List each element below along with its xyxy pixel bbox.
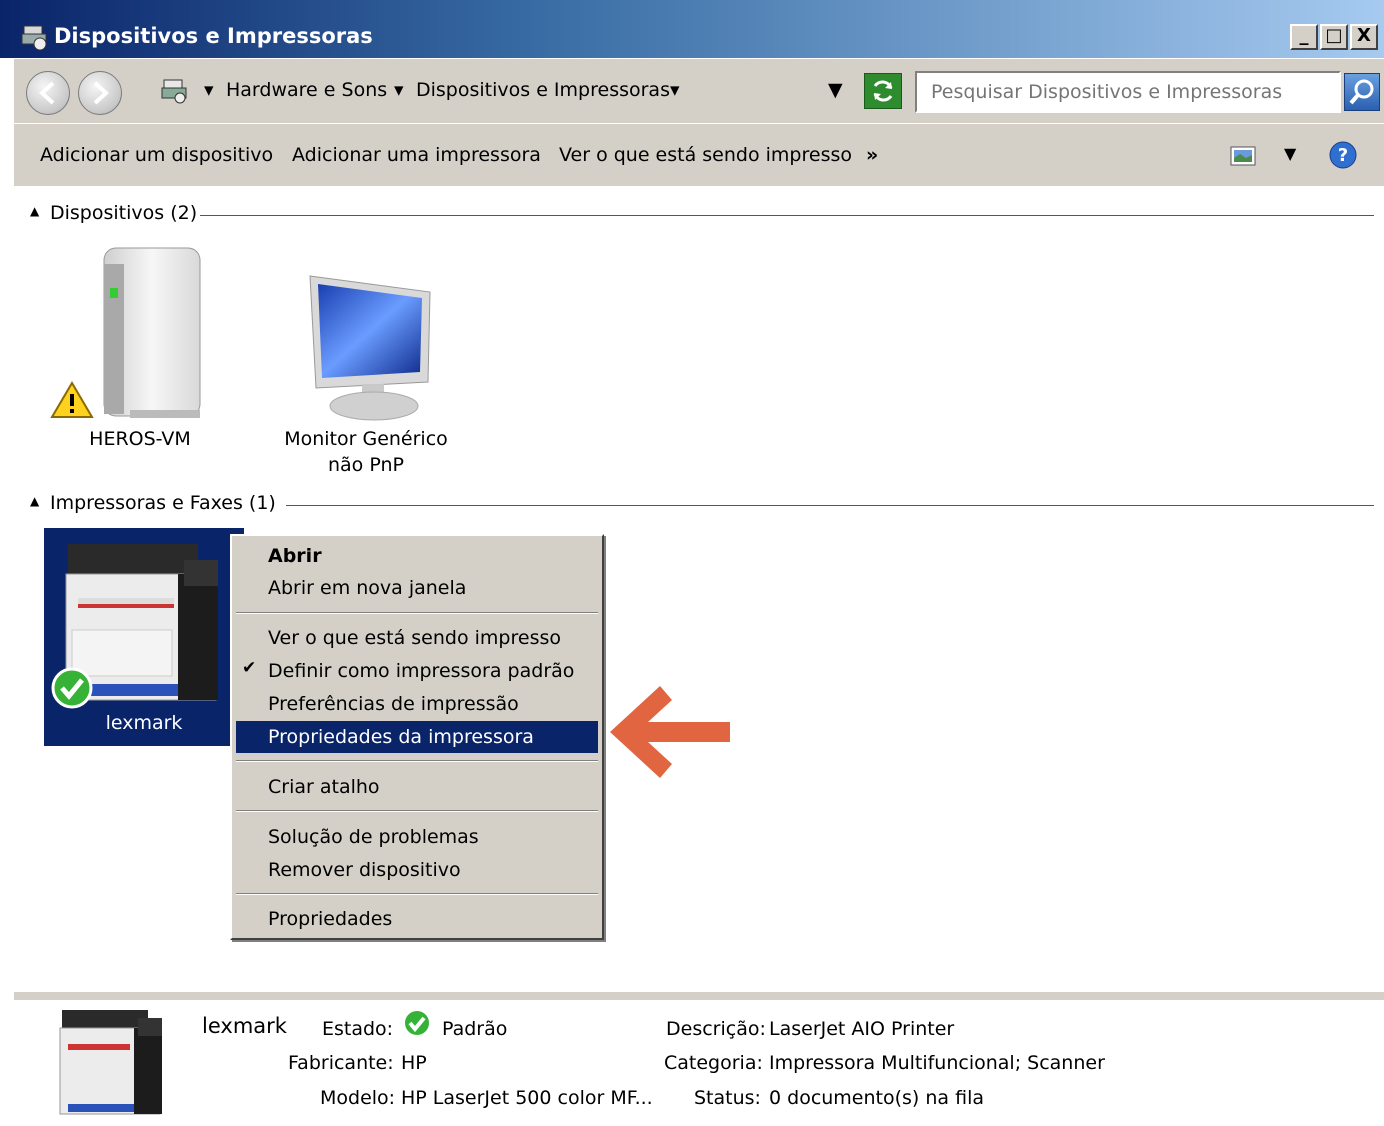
view-options-dropdown-icon[interactable]: ▼ bbox=[1284, 144, 1296, 163]
menu-item-printing-preferences[interactable]: Preferências de impressão bbox=[236, 688, 598, 720]
details-pane: lexmark Estado: Padrão Fabricante: HP Mo… bbox=[14, 992, 1384, 1126]
add-printer-button[interactable]: Adicionar uma impressora bbox=[292, 144, 541, 166]
refresh-button[interactable] bbox=[864, 73, 902, 109]
details-modelo-label: Modelo: bbox=[320, 1087, 396, 1109]
title-bar[interactable]: Dispositivos e Impressoras _ □ X bbox=[0, 0, 1384, 58]
menu-separator bbox=[236, 760, 598, 762]
details-estado-label: Estado: bbox=[322, 1018, 394, 1040]
context-menu: Abrir Abrir em nova janela Ver o que est… bbox=[230, 534, 604, 940]
details-modelo-value: HP LaserJet 500 color MF... bbox=[401, 1087, 653, 1109]
more-commands-button[interactable]: » bbox=[866, 144, 878, 166]
chevron-down-icon[interactable]: ▾ bbox=[394, 79, 404, 101]
device-heros-vm[interactable]: HEROS-VM bbox=[50, 242, 230, 462]
menu-item-printer-properties[interactable]: Propriedades da impressora bbox=[236, 721, 598, 753]
breadcrumb-hardware[interactable]: Hardware e Sons bbox=[226, 79, 387, 101]
breadcrumb-devices-printers[interactable]: Dispositivos e Impressoras bbox=[416, 79, 670, 101]
check-icon bbox=[51, 667, 93, 709]
menu-item-set-default-printer[interactable]: Definir como impressora padrão bbox=[236, 655, 598, 687]
details-categoria-value: Impressora Multifuncional; Scanner bbox=[769, 1052, 1105, 1074]
details-device-name: lexmark bbox=[202, 1014, 287, 1038]
command-bar: Adicionar um dispositivo Adicionar uma i… bbox=[14, 124, 1384, 186]
back-arrow-icon bbox=[39, 81, 55, 105]
details-status-label: Status: bbox=[694, 1087, 761, 1109]
search-box[interactable] bbox=[915, 71, 1341, 113]
menu-item-see-printing[interactable]: Ver o que está sendo impresso bbox=[236, 622, 598, 654]
menu-item-open[interactable]: Abrir bbox=[236, 540, 598, 572]
check-icon bbox=[403, 1009, 431, 1037]
details-fabricante-label: Fabricante: bbox=[288, 1052, 394, 1074]
device-label-line2: não PnP bbox=[328, 454, 404, 476]
warning-icon bbox=[50, 381, 94, 418]
group-header-devices[interactable]: Dispositivos (2) bbox=[50, 202, 197, 224]
menu-separator bbox=[236, 810, 598, 812]
help-icon[interactable]: ? bbox=[1328, 140, 1358, 170]
annotation-arrow-icon bbox=[610, 686, 730, 778]
printer-label: lexmark bbox=[105, 712, 183, 734]
monitor-icon bbox=[309, 275, 431, 421]
printer-lexmark[interactable]: lexmark bbox=[44, 528, 244, 746]
details-status-value: 0 documento(s) na fila bbox=[769, 1087, 984, 1109]
menu-item-create-shortcut[interactable]: Criar atalho bbox=[236, 771, 598, 803]
chevron-down-icon[interactable]: ▾ bbox=[670, 79, 680, 101]
change-view-icon[interactable] bbox=[1230, 146, 1256, 166]
address-bar[interactable]: ▾ Hardware e Sons ▾ Dispositivos e Impre… bbox=[156, 71, 906, 111]
menu-separator bbox=[236, 893, 598, 895]
svg-text:?: ? bbox=[1338, 145, 1348, 166]
device-label: HEROS-VM bbox=[89, 428, 191, 450]
minimize-button[interactable]: _ bbox=[1290, 24, 1318, 50]
details-descricao-value: LaserJet AIO Printer bbox=[769, 1018, 955, 1040]
back-button[interactable] bbox=[26, 71, 70, 115]
details-categoria-label: Categoria: bbox=[664, 1052, 763, 1074]
menu-item-troubleshoot[interactable]: Solução de problemas bbox=[236, 821, 598, 853]
maximize-button[interactable]: □ bbox=[1320, 24, 1348, 50]
refresh-icon bbox=[873, 80, 893, 102]
devices-content-area: ▲ Dispositivos (2) HEROS-VM Monitor Gené… bbox=[14, 186, 1384, 992]
printer-folder-icon bbox=[21, 25, 47, 51]
group-divider bbox=[286, 505, 1374, 506]
address-dropdown-icon[interactable]: ▼ bbox=[828, 79, 843, 101]
menu-separator bbox=[236, 612, 598, 614]
window-title: Dispositivos e Impressoras bbox=[54, 24, 373, 48]
details-estado-value: Padrão bbox=[442, 1018, 508, 1040]
menu-item-properties[interactable]: Propriedades bbox=[236, 903, 598, 935]
details-fabricante-value: HP bbox=[401, 1052, 427, 1074]
forward-arrow-icon bbox=[93, 81, 109, 105]
device-label-line1: Monitor Genérico bbox=[284, 428, 448, 450]
printer-icon bbox=[59, 1010, 162, 1115]
add-device-button[interactable]: Adicionar um dispositivo bbox=[40, 144, 273, 166]
search-icon bbox=[1349, 79, 1374, 105]
close-button[interactable]: X bbox=[1350, 24, 1378, 50]
collapse-triangle-icon[interactable]: ▲ bbox=[30, 494, 39, 508]
forward-button[interactable] bbox=[78, 71, 122, 115]
details-descricao-label: Descrição: bbox=[666, 1018, 766, 1040]
menu-item-remove-device[interactable]: Remover dispositivo bbox=[236, 854, 598, 886]
chevron-down-icon[interactable]: ▾ bbox=[204, 79, 214, 101]
printer-folder-icon bbox=[161, 79, 187, 104]
search-button[interactable] bbox=[1344, 73, 1380, 111]
group-divider bbox=[200, 215, 1374, 216]
menu-item-open-new-window[interactable]: Abrir em nova janela bbox=[236, 572, 598, 604]
search-input[interactable] bbox=[929, 80, 1333, 104]
device-generic-monitor[interactable]: Monitor Genérico não PnP bbox=[276, 272, 456, 482]
see-printing-button[interactable]: Ver o que está sendo impresso bbox=[559, 144, 852, 166]
address-row: ▾ Hardware e Sons ▾ Dispositivos e Impre… bbox=[14, 58, 1384, 123]
group-header-printers[interactable]: Impressoras e Faxes (1) bbox=[50, 492, 276, 514]
collapse-triangle-icon[interactable]: ▲ bbox=[30, 204, 39, 218]
